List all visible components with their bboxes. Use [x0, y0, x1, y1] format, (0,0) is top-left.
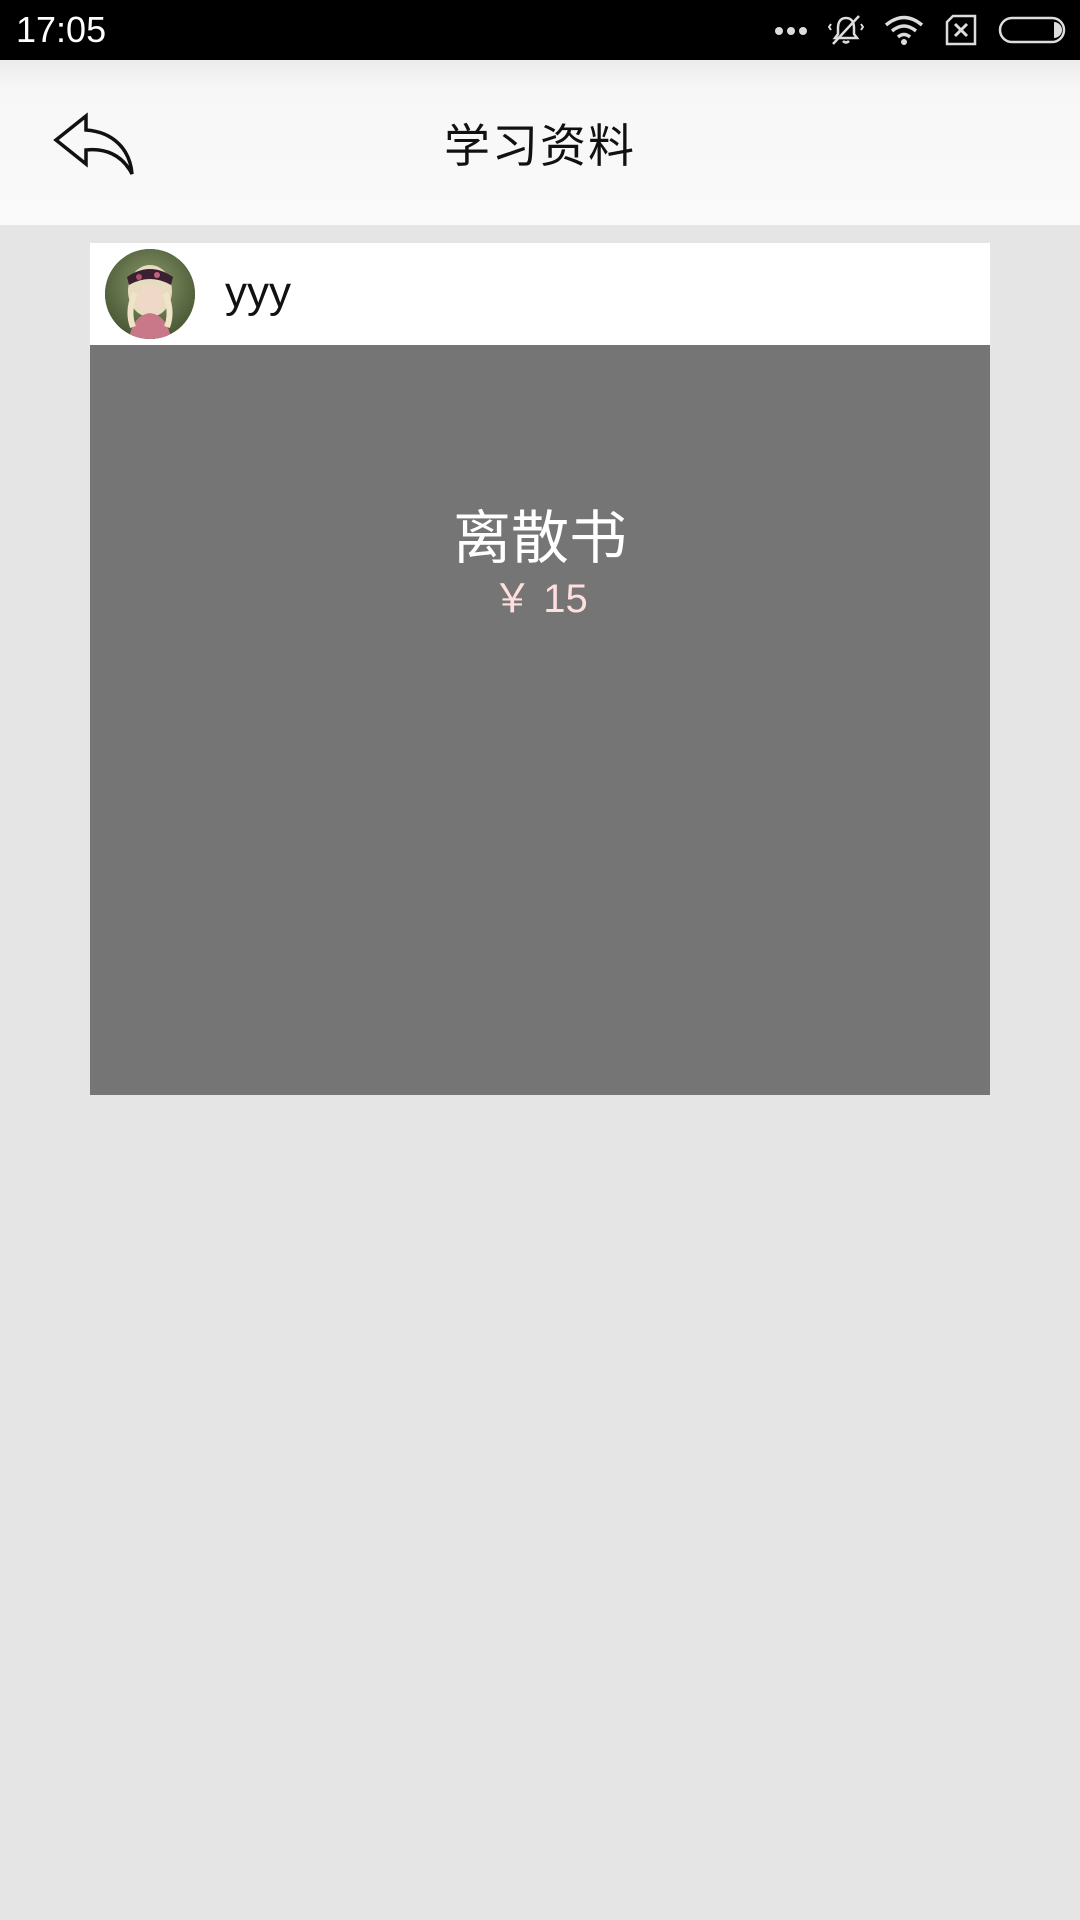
status-bar: 17:05	[0, 0, 1080, 60]
card-header: yyy	[90, 243, 990, 345]
avatar[interactable]	[105, 249, 195, 339]
status-icons	[774, 10, 1068, 50]
material-cover[interactable]: 离散书 ￥ 15	[90, 345, 990, 1095]
no-sim-icon	[944, 14, 978, 46]
wifi-icon	[884, 14, 924, 46]
page-title: 学习资料	[444, 119, 636, 173]
material-price: ￥ 15	[492, 577, 588, 621]
username: yyy	[225, 268, 291, 317]
status-time: 17:05	[16, 9, 107, 50]
vibrate-silent-icon	[828, 12, 864, 48]
material-title: 离散书	[452, 504, 627, 572]
battery-icon	[998, 15, 1068, 45]
more-dots-icon	[774, 24, 808, 36]
material-card[interactable]: yyy 离散书 ￥ 15	[90, 243, 990, 1095]
app-header: 学习资料	[0, 60, 1080, 225]
